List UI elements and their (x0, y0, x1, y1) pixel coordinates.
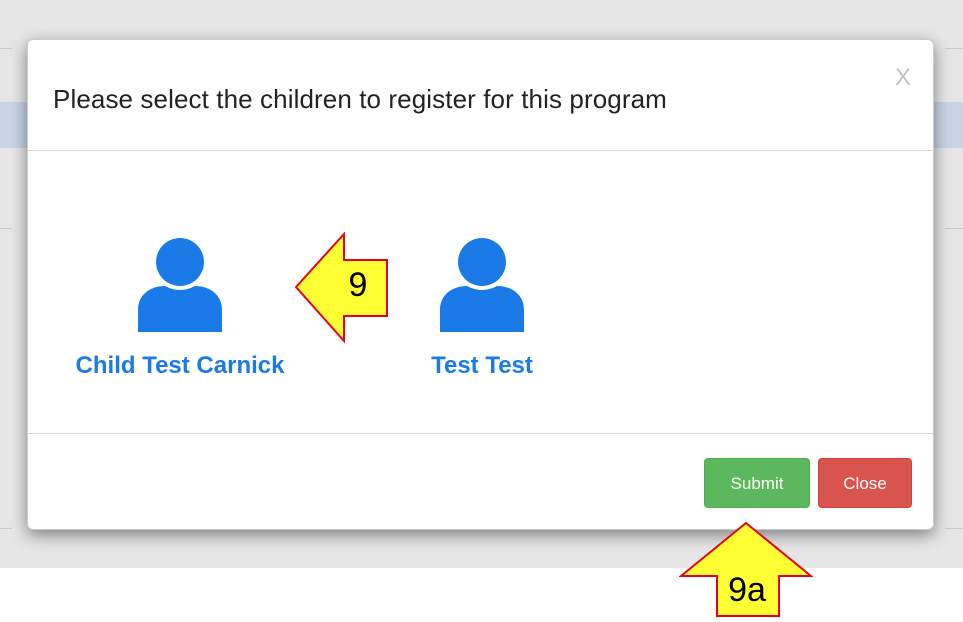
background-divider (945, 48, 963, 49)
background-divider (945, 528, 963, 529)
child-name: Test Test (431, 352, 533, 379)
modal-header: Please select the children to register f… (28, 40, 933, 151)
background-divider (0, 48, 12, 49)
close-button[interactable]: Close (818, 458, 912, 508)
callout-label: 9a (728, 571, 766, 609)
modal-title: Please select the children to register f… (53, 84, 667, 114)
close-icon[interactable]: X (895, 64, 911, 92)
modal-body: Child Test Carnick Test Test (28, 151, 933, 433)
user-icon (138, 238, 222, 332)
user-icon (440, 238, 524, 332)
background-divider (0, 528, 12, 529)
submit-button[interactable]: Submit (704, 458, 810, 508)
background-divider (945, 228, 963, 229)
modal-footer: Submit Close (28, 433, 933, 531)
callout-arrow-left: 9 (294, 231, 394, 344)
child-name: Child Test Carnick (75, 352, 285, 379)
child-option-child-test-carnick[interactable]: Child Test Carnick (60, 236, 300, 380)
callout-label: 9 (348, 266, 368, 304)
background-divider (0, 228, 12, 229)
child-option-test-test[interactable]: Test Test (404, 236, 560, 380)
callout-arrow-up: 9a (678, 521, 814, 617)
child-selection-modal: Please select the children to register f… (27, 39, 934, 530)
